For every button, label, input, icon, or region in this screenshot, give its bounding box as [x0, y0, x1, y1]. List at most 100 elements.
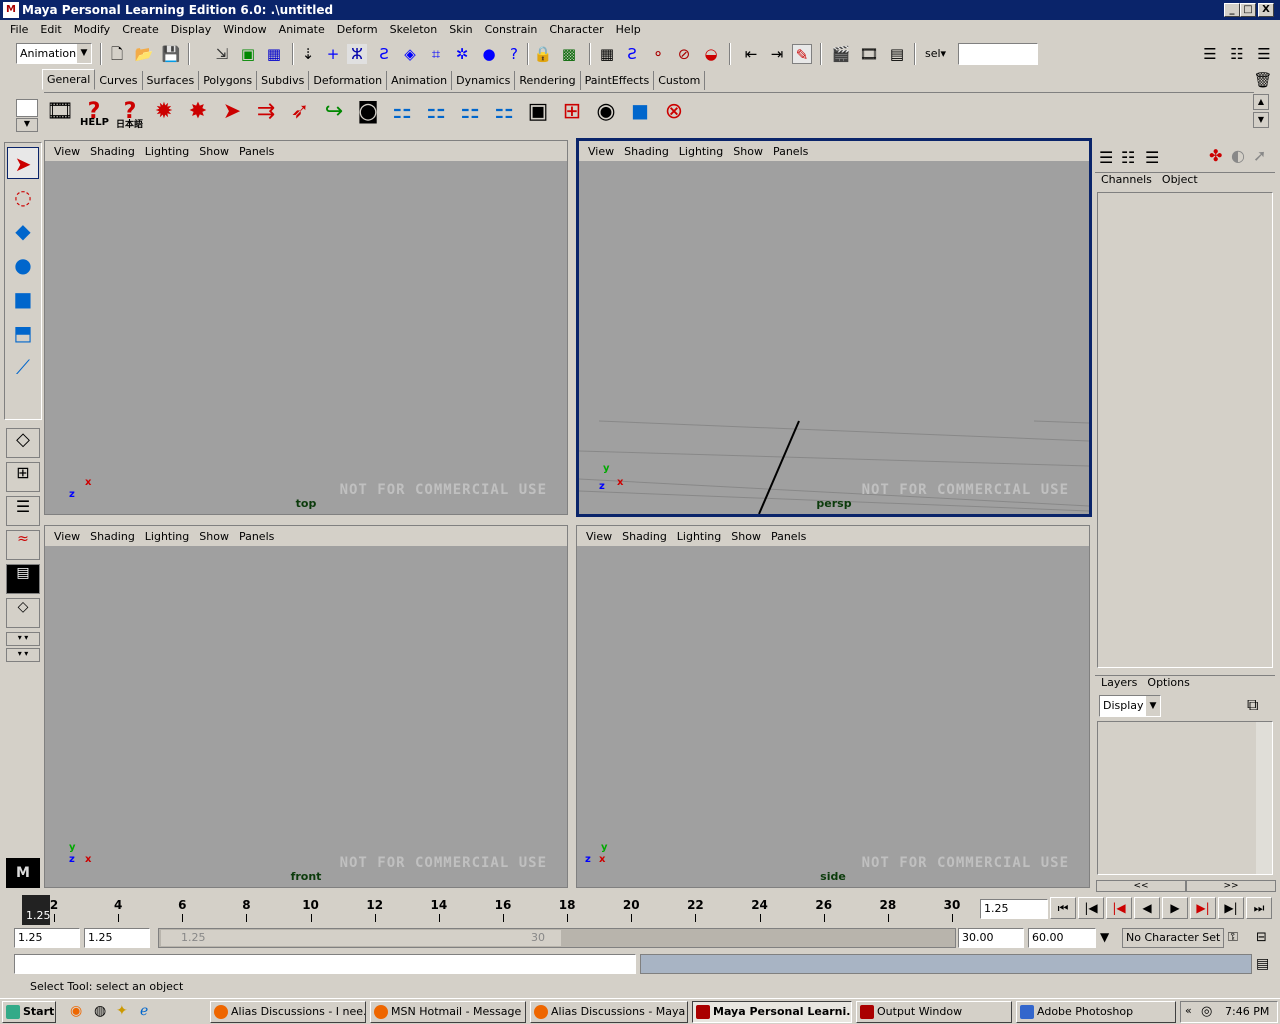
select-dynamics-icon[interactable]: ✲ [452, 44, 472, 64]
object-select-icon[interactable]: ◉ [590, 97, 622, 127]
select-joints-icon[interactable]: ⵣ [347, 44, 367, 64]
dopesheet-layout-icon[interactable]: ◇ [6, 598, 40, 628]
play-backwards-icon[interactable]: ◀ [1134, 897, 1160, 919]
hierarchy-b-icon[interactable]: ⚏ [420, 97, 452, 127]
highlight-selection-icon[interactable]: ▩ [559, 44, 579, 64]
vp-menu-panels[interactable]: Panels [768, 145, 813, 158]
tab-general[interactable]: General [42, 69, 96, 90]
menu-help[interactable]: Help [610, 23, 647, 36]
range-menu-chevron-icon[interactable]: ▼ [1100, 930, 1109, 944]
vp-menu-view[interactable]: View [49, 530, 85, 543]
maya-app-icon[interactable]: M [3, 2, 19, 18]
vp-menu-panels[interactable]: Panels [234, 145, 279, 158]
cube-select-icon[interactable]: ◼ [624, 97, 656, 127]
tab-curves[interactable]: Curves [95, 71, 143, 90]
render-icon[interactable]: 🎬 [831, 44, 851, 64]
menu-skin[interactable]: Skin [443, 23, 478, 36]
vp-menu-show[interactable]: Show [194, 530, 234, 543]
channels-menu[interactable]: Channels [1101, 173, 1152, 190]
tab-surfaces[interactable]: Surfaces [143, 71, 200, 90]
select-hierarchy-icon[interactable]: ⇲ [212, 44, 232, 64]
viewport-top[interactable]: View Shading Lighting Show Panels x z NO… [44, 140, 568, 515]
go-to-end-icon[interactable]: ⏭ [1246, 897, 1272, 919]
select-object-icon[interactable]: ▣ [238, 44, 258, 64]
menu-window[interactable]: Window [217, 23, 272, 36]
tray-expand-icon[interactable]: « [1185, 1004, 1192, 1017]
shelf-options-icon[interactable]: ▼ [16, 118, 38, 132]
snap-to-curve-icon[interactable]: Ƨ [622, 44, 642, 64]
volume-icon[interactable]: ◎ [1201, 1004, 1212, 1019]
vp-menu-show[interactable]: Show [726, 530, 766, 543]
layer-type-dropdown[interactable]: Display ▼ [1099, 695, 1161, 717]
vp-menu-shading[interactable]: Shading [85, 145, 140, 158]
tab-dynamics[interactable]: Dynamics [452, 71, 516, 90]
quick-selection-field[interactable] [958, 43, 1038, 65]
hierarchy-c-icon[interactable]: ⚏ [454, 97, 486, 127]
tool-quicklaunch-icon[interactable]: ✦ [116, 1003, 128, 1019]
step-back-key-icon[interactable]: |◀ [1106, 897, 1132, 919]
vp-menu-lighting[interactable]: Lighting [140, 530, 194, 543]
viewport-front[interactable]: View Shading Lighting Show Panels y x z … [44, 525, 568, 888]
layer-scrollbar[interactable] [1256, 722, 1272, 874]
menu-edit[interactable]: Edit [34, 23, 67, 36]
range-slider[interactable]: 1.25 30 [158, 928, 956, 948]
maximize-button[interactable]: □ [1240, 3, 1256, 17]
taskbar-item[interactable]: MSN Hotmail - Message -... [370, 1001, 526, 1023]
ipr-render-icon[interactable]: 🎞 [859, 44, 879, 64]
animation-start-field[interactable]: 1.25 [14, 928, 80, 948]
tab-subdivs[interactable]: Subdivs [257, 71, 310, 90]
render-globals-icon[interactable]: ▤ [887, 44, 907, 64]
hypershade-layout-icon[interactable]: ▤ [6, 564, 40, 594]
taskbar-item[interactable]: Alias Discussions - Maya ... [530, 1001, 688, 1023]
range-slider-bar[interactable]: 1.25 30 [161, 930, 561, 946]
vp-menu-view[interactable]: View [49, 145, 85, 158]
tab-polygons[interactable]: Polygons [199, 71, 258, 90]
new-scene-icon[interactable]: 🗋 [107, 44, 127, 64]
menu-skeleton[interactable]: Skeleton [384, 23, 444, 36]
node-graph-icon[interactable]: ⊞ [556, 97, 588, 127]
select-surfaces-icon[interactable]: ◈ [400, 44, 420, 64]
select-component-icon[interactable]: ▦ [264, 44, 284, 64]
time-slider[interactable]: 1.25 2 4 6 8 10 12 14 16 18 20 22 24 26 28 30 [14, 895, 976, 925]
tool-a-icon[interactable]: ✹ [148, 97, 180, 127]
layout-scroll-up-icon[interactable]: ▾ ▾ [6, 632, 40, 646]
tab-deformation[interactable]: Deformation [309, 71, 388, 90]
select-handles-icon[interactable]: + [323, 44, 343, 64]
viewport-side[interactable]: View Shading Lighting Show Panels y z x … [576, 525, 1090, 888]
vp-menu-view[interactable]: View [583, 145, 619, 158]
outliner-layout-icon[interactable]: ☰ [6, 496, 40, 526]
menu-character[interactable]: Character [543, 23, 609, 36]
vp-menu-show[interactable]: Show [194, 145, 234, 158]
step-forward-key-icon[interactable]: ▶| [1190, 897, 1216, 919]
play-forwards-icon[interactable]: ▶ [1162, 897, 1188, 919]
auto-key-icon[interactable]: ⚿ [1228, 930, 1238, 945]
channel-list[interactable] [1097, 192, 1273, 668]
attribute-editor-icon[interactable]: ☰ [1200, 44, 1220, 64]
close-button[interactable]: X [1258, 3, 1274, 17]
snap-to-point-icon[interactable]: ⚬ [648, 44, 668, 64]
manipulator-tool-icon[interactable]: ⬒ [7, 317, 39, 349]
tool-b-icon[interactable]: ✸ [182, 97, 214, 127]
ie-quicklaunch-icon[interactable]: ℯ [140, 1003, 148, 1019]
animation-prefs-icon[interactable]: ⊟ [1256, 930, 1267, 945]
delete-history-icon[interactable]: ⊗ [658, 97, 690, 127]
scale-tool-icon[interactable]: ■ [7, 283, 39, 315]
lock-selection-icon[interactable]: 🔒 [533, 44, 553, 64]
tab-rendering[interactable]: Rendering [515, 71, 581, 90]
select-tool-icon[interactable]: ➤ [7, 147, 39, 179]
firefox-quicklaunch-icon[interactable]: ◉ [70, 1003, 82, 1019]
graph-editor-layout-icon[interactable]: ≈ [6, 530, 40, 560]
snap-to-view-plane-icon[interactable]: ⊘ [674, 44, 694, 64]
rotate-tool-icon[interactable]: ● [7, 249, 39, 281]
vp-menu-panels[interactable]: Panels [234, 530, 279, 543]
lasso-tool-icon[interactable]: ◌ [7, 181, 39, 213]
playback-end-field[interactable]: 30.00 [958, 928, 1024, 948]
tool-e-icon[interactable]: ➶ [284, 97, 316, 127]
trash-icon[interactable]: 🗑 [1253, 70, 1273, 90]
step-forward-frame-icon[interactable]: ▶| [1218, 897, 1244, 919]
channel-box-icon[interactable]: ☰ [1254, 44, 1274, 64]
menu-create[interactable]: Create [116, 23, 165, 36]
object-menu[interactable]: Object [1162, 173, 1198, 190]
menu-modify[interactable]: Modify [68, 23, 116, 36]
layer-list[interactable] [1097, 721, 1273, 875]
